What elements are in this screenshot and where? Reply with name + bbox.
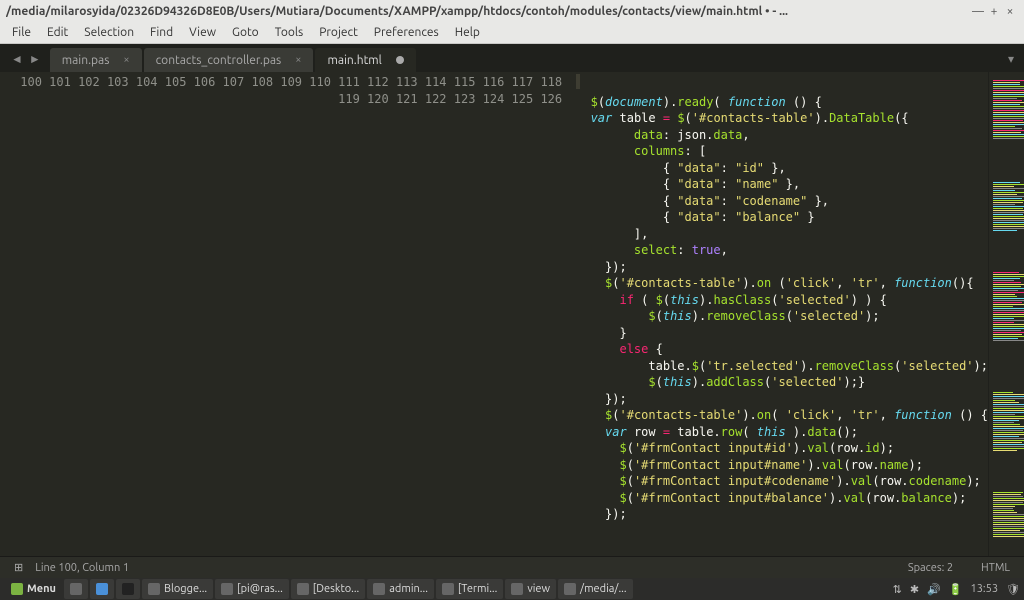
tab-dropdown-icon[interactable]: ▾ bbox=[1008, 52, 1024, 72]
app-icon bbox=[511, 583, 523, 595]
volume-icon[interactable]: 🔊 bbox=[927, 583, 941, 596]
menu-preferences[interactable]: Preferences bbox=[366, 26, 447, 39]
taskbar-app-label: Blogge... bbox=[164, 583, 207, 595]
tab-label: main.html bbox=[327, 54, 381, 67]
taskbar-app-label: [pi@ras... bbox=[237, 583, 283, 595]
app-icon bbox=[221, 583, 233, 595]
menu-view[interactable]: View bbox=[181, 26, 224, 39]
taskbar-app[interactable]: admin... bbox=[367, 579, 434, 599]
tab-close-icon[interactable]: × bbox=[123, 54, 129, 66]
folder-icon bbox=[96, 583, 108, 595]
terminal-button[interactable] bbox=[116, 579, 140, 599]
tab-close-icon[interactable]: × bbox=[295, 54, 301, 66]
window-title: /media/milarosyida/02326D94326D8E0B/User… bbox=[6, 5, 970, 18]
code-area[interactable]: $(document).ready( function () { var tab… bbox=[570, 72, 988, 556]
clock[interactable]: 13:53 bbox=[971, 583, 999, 595]
window-titlebar: /media/milarosyida/02326D94326D8E0B/User… bbox=[0, 0, 1024, 22]
statusbar-cursor-position[interactable]: Line 100, Column 1 bbox=[29, 562, 135, 574]
minimap[interactable] bbox=[988, 72, 1024, 556]
tab-contacts_controller-pas[interactable]: contacts_controller.pas × bbox=[144, 48, 314, 72]
os-taskbar: Menu Blogge... [pi@ras... [Deskto... admin.… bbox=[0, 578, 1024, 600]
taskbar-app[interactable]: [Deskto... bbox=[291, 579, 365, 599]
window-minimize-button[interactable]: — bbox=[970, 5, 986, 18]
taskbar-app[interactable]: view bbox=[505, 579, 556, 599]
taskbar-app-label: [Termi... bbox=[458, 583, 497, 595]
menu-project[interactable]: Project bbox=[311, 26, 366, 39]
menu-selection[interactable]: Selection bbox=[76, 26, 142, 39]
app-icon bbox=[564, 583, 576, 595]
taskbar-app[interactable]: [pi@ras... bbox=[215, 579, 289, 599]
menu-file[interactable]: File bbox=[4, 26, 39, 39]
app-icon bbox=[148, 583, 160, 595]
nav-forward-icon[interactable]: ► bbox=[26, 52, 44, 66]
statusbar: ⊞ Line 100, Column 1 Spaces: 2 HTML bbox=[0, 556, 1024, 578]
taskbar-app[interactable]: /media/... bbox=[558, 579, 633, 599]
line-number-gutter: 100 101 102 103 104 105 106 107 108 109 … bbox=[0, 72, 570, 556]
system-tray: ⇅ ✱ 🔊 🔋 13:53 🛡 bbox=[893, 583, 1020, 596]
battery-icon[interactable]: 🔋 bbox=[949, 583, 963, 596]
wifi-icon[interactable]: ⇅ bbox=[893, 583, 902, 596]
menu-goto[interactable]: Goto bbox=[224, 26, 267, 39]
menu-tools[interactable]: Tools bbox=[267, 26, 312, 39]
statusbar-indent[interactable]: Spaces: 2 bbox=[902, 562, 959, 574]
statusbar-panel-icon[interactable]: ⊞ bbox=[8, 561, 29, 574]
start-menu-button[interactable]: Menu bbox=[5, 579, 62, 599]
tab-nav-arrows: ◄ ► bbox=[6, 52, 50, 72]
terminal-icon bbox=[122, 583, 134, 595]
show-desktop-button[interactable] bbox=[64, 579, 88, 599]
menu-help[interactable]: Help bbox=[447, 26, 488, 39]
taskbar-app-label: [Deskto... bbox=[313, 583, 359, 595]
tab-label: main.pas bbox=[62, 54, 110, 67]
menu-find[interactable]: Find bbox=[142, 26, 181, 39]
app-icon bbox=[373, 583, 385, 595]
modified-dot-icon bbox=[396, 56, 404, 64]
menu-edit[interactable]: Edit bbox=[39, 26, 76, 39]
code-editor[interactable]: 100 101 102 103 104 105 106 107 108 109 … bbox=[0, 72, 1024, 556]
taskbar-app-label: /media/... bbox=[580, 583, 627, 595]
window-maximize-button[interactable]: + bbox=[986, 5, 1002, 18]
mint-logo-icon bbox=[11, 583, 23, 595]
tab-main-html[interactable]: main.html bbox=[315, 48, 415, 72]
window-close-button[interactable]: × bbox=[1002, 5, 1018, 18]
taskbar-app[interactable]: Blogge... bbox=[142, 579, 213, 599]
start-menu-label: Menu bbox=[27, 583, 56, 595]
nav-back-icon[interactable]: ◄ bbox=[8, 52, 26, 66]
taskbar-app[interactable]: [Termi... bbox=[436, 579, 503, 599]
menubar: FileEditSelectionFindViewGotoToolsProjec… bbox=[0, 22, 1024, 44]
tab-label: contacts_controller.pas bbox=[156, 54, 282, 67]
file-manager-button[interactable] bbox=[90, 579, 114, 599]
app-icon bbox=[442, 583, 454, 595]
bluetooth-icon[interactable]: ✱ bbox=[910, 583, 919, 596]
app-icon bbox=[297, 583, 309, 595]
tab-bar: ◄ ► main.pas×contacts_controller.pas×mai… bbox=[0, 44, 1024, 72]
statusbar-syntax[interactable]: HTML bbox=[975, 562, 1016, 574]
taskbar-app-label: admin... bbox=[389, 583, 428, 595]
taskbar-app-label: view bbox=[527, 583, 550, 595]
desktop-icon bbox=[70, 583, 82, 595]
tab-main-pas[interactable]: main.pas × bbox=[50, 48, 142, 72]
shield-icon[interactable]: 🛡 bbox=[1006, 583, 1020, 596]
